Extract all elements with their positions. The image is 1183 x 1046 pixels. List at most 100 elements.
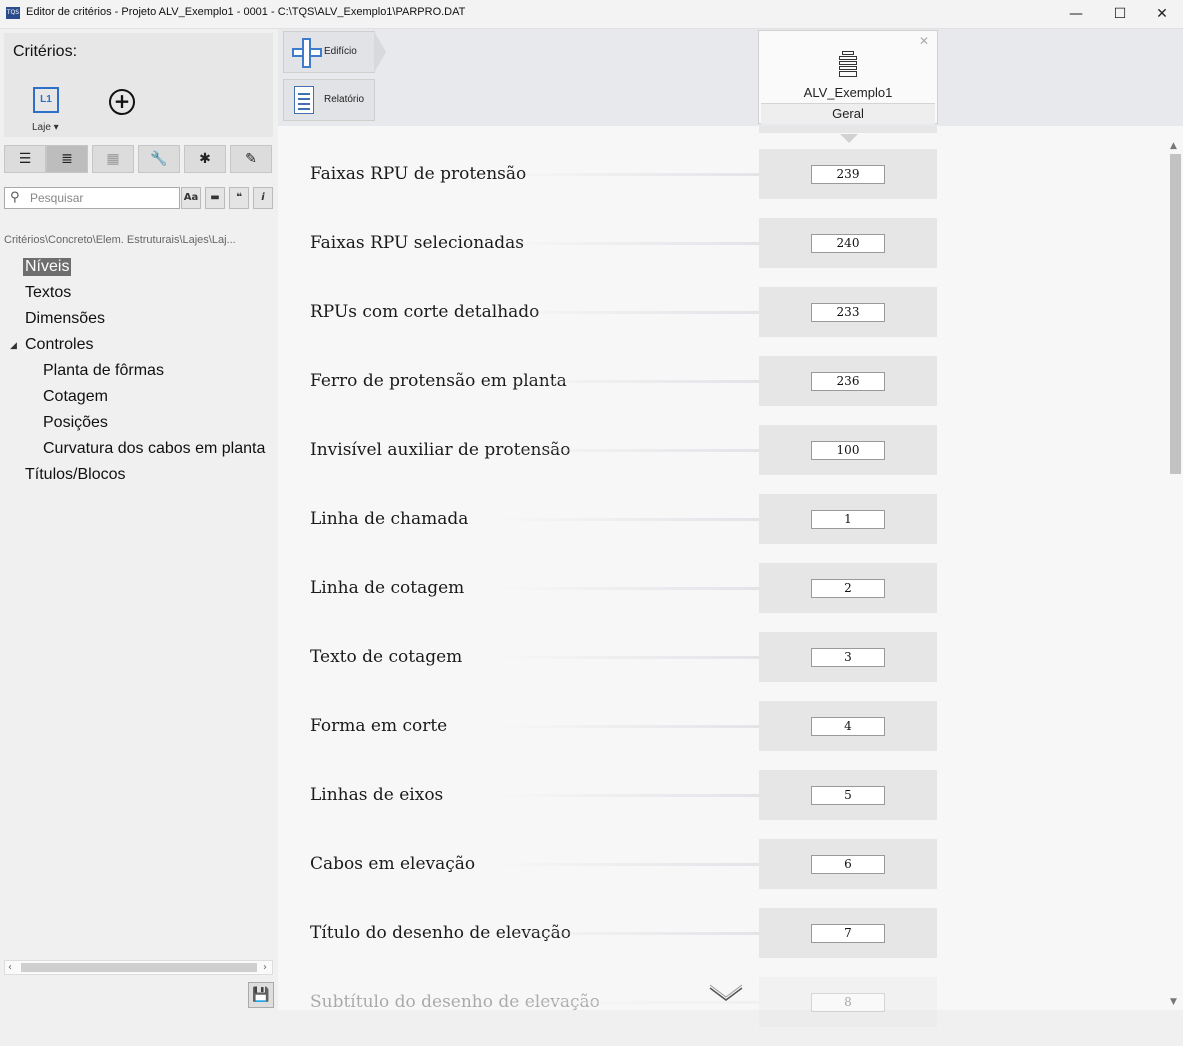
list-view-icon: ☰ bbox=[18, 151, 32, 167]
value-input[interactable]: 5 bbox=[811, 786, 885, 805]
quote-button[interactable]: ❝ bbox=[229, 187, 249, 209]
value-input[interactable]: 4 bbox=[811, 717, 885, 736]
criteria-row: Texto de cotagem 3 bbox=[278, 632, 1183, 701]
relatorio-button[interactable]: Relatório bbox=[283, 79, 375, 121]
minimize-button[interactable]: — bbox=[1054, 0, 1098, 28]
asterisk-icon: ✱ bbox=[199, 151, 211, 167]
edificio-button[interactable]: Edifício bbox=[283, 31, 375, 73]
pencil-icon: ✎ bbox=[245, 151, 257, 167]
criteria-row: Faixas RPU de protensão 239 bbox=[278, 149, 1183, 218]
maximize-button[interactable]: ☐ bbox=[1098, 0, 1142, 28]
value-input[interactable]: 6 bbox=[811, 855, 885, 874]
row-connector bbox=[498, 311, 760, 314]
building-card[interactable]: ✕ ALV_Exemplo1 Geral bbox=[758, 30, 938, 124]
list-view-button[interactable]: ☰ bbox=[4, 145, 46, 173]
tree-item-planta-de-formas[interactable]: Planta de fôrmas bbox=[41, 362, 166, 380]
criteria-row: Faixas RPU selecionadas 240 bbox=[278, 218, 1183, 287]
whole-word-button[interactable]: ▬ bbox=[205, 187, 225, 209]
search-input[interactable]: ⚲ Pesquisar bbox=[4, 187, 180, 209]
chevron-down-icon[interactable] bbox=[708, 984, 744, 1004]
value-input[interactable]: 3 bbox=[811, 648, 885, 667]
criteria-label: Faixas RPU de protensão bbox=[310, 164, 527, 184]
laje-icon[interactable]: L1 bbox=[33, 87, 59, 113]
window-title: Editor de critérios - Projeto ALV_Exempl… bbox=[26, 6, 466, 18]
grid-view-button[interactable]: ▦ bbox=[92, 145, 134, 173]
detail-view-icon: ≣ bbox=[61, 151, 73, 167]
scroll-down-icon[interactable]: ▼ bbox=[1170, 997, 1177, 1007]
close-card-icon[interactable]: ✕ bbox=[919, 34, 929, 48]
criteria-row: RPUs com corte detalhado 233 bbox=[278, 287, 1183, 356]
tree-item-textos[interactable]: Textos bbox=[23, 284, 73, 302]
scroll-left-icon[interactable]: ‹ bbox=[8, 961, 12, 974]
left-panel: Critérios: L1 Laje ▾ + ☰ ≣ ▦ 🔧 ✱ ✎ ⚲ Pes… bbox=[0, 29, 277, 1010]
value-input[interactable]: 236 bbox=[811, 372, 885, 391]
criteria-title: Critérios: bbox=[13, 43, 78, 60]
breadcrumb-arrow-icon bbox=[374, 31, 386, 73]
value-input[interactable]: 100 bbox=[811, 441, 885, 460]
criteria-label: Cabos em elevação bbox=[310, 854, 476, 874]
add-criteria-button[interactable]: + bbox=[109, 89, 135, 115]
value-input[interactable]: 240 bbox=[811, 234, 885, 253]
match-case-button[interactable]: Aa bbox=[181, 187, 201, 209]
report-icon bbox=[294, 86, 314, 114]
scroll-thumb[interactable] bbox=[21, 963, 257, 972]
criteria-label: Linha de chamada bbox=[310, 509, 469, 529]
asterisk-button[interactable]: ✱ bbox=[184, 145, 226, 173]
close-button[interactable]: ✕ bbox=[1140, 0, 1183, 28]
main-panel: Edifício Relatório ✕ ALV_Exemplo1 Geral … bbox=[278, 29, 1183, 1027]
row-connector bbox=[498, 863, 760, 866]
detail-view-button[interactable]: ≣ bbox=[46, 145, 88, 173]
tree-item-dimensoes[interactable]: Dimensões bbox=[23, 310, 107, 328]
value-input[interactable]: 239 bbox=[811, 165, 885, 184]
value-input[interactable]: 2 bbox=[811, 579, 885, 598]
tree-item-controles[interactable]: Controles bbox=[23, 336, 95, 354]
criteria-row: Título do desenho de elevação 7 bbox=[278, 908, 1183, 977]
tree-item-posicoes[interactable]: Posições bbox=[41, 414, 110, 432]
search-icon: ⚲ bbox=[10, 190, 20, 205]
vertical-scroll-thumb[interactable] bbox=[1170, 154, 1181, 474]
pencil-button[interactable]: ✎ bbox=[230, 145, 272, 173]
criteria-label: Linhas de eixos bbox=[310, 785, 444, 805]
wrench-button[interactable]: 🔧 bbox=[138, 145, 180, 173]
criteria-row: Linhas de eixos 5 bbox=[278, 770, 1183, 839]
tree-item-titulos-blocos[interactable]: Títulos/Blocos bbox=[23, 466, 127, 484]
edificio-label: Edifício bbox=[324, 46, 357, 57]
row-connector bbox=[498, 656, 760, 659]
grid-view-icon: ▦ bbox=[106, 151, 120, 167]
tab-geral[interactable]: Geral bbox=[761, 103, 935, 124]
vertical-scrollbar[interactable]: ▲ ▼ bbox=[1168, 141, 1183, 1010]
row-connector bbox=[498, 518, 760, 521]
criteria-row: Cabos em elevação 6 bbox=[278, 839, 1183, 908]
row-connector bbox=[498, 380, 760, 383]
scroll-up-icon[interactable]: ▲ bbox=[1170, 141, 1177, 151]
card-pointer bbox=[840, 134, 858, 143]
info-button[interactable]: i bbox=[253, 187, 273, 209]
laje-dropdown[interactable]: Laje ▾ bbox=[32, 122, 59, 133]
expand-arrow-icon[interactable]: ◢ bbox=[10, 341, 17, 351]
wrench-icon: 🔧 bbox=[150, 151, 168, 167]
criteria-label: Faixas RPU selecionadas bbox=[310, 233, 525, 253]
value-input[interactable]: 1 bbox=[811, 510, 885, 529]
criteria-label: Linha de cotagem bbox=[310, 578, 465, 598]
row-connector bbox=[498, 725, 760, 728]
horizontal-scrollbar[interactable]: ‹ › bbox=[4, 960, 273, 975]
save-button[interactable]: 💾 bbox=[248, 982, 274, 1008]
criteria-row: Ferro de protensão em planta 236 bbox=[278, 356, 1183, 425]
relatorio-label: Relatório bbox=[324, 94, 365, 105]
tree-item-curvatura[interactable]: Curvatura dos cabos em planta bbox=[41, 440, 267, 458]
row-connector bbox=[498, 587, 760, 590]
value-input[interactable]: 8 bbox=[811, 993, 885, 1012]
criteria-box: Critérios: L1 Laje ▾ + bbox=[4, 33, 273, 137]
scroll-right-icon[interactable]: › bbox=[263, 961, 267, 974]
building-plus-icon bbox=[292, 38, 322, 68]
criteria-label: Forma em corte bbox=[310, 716, 448, 736]
criteria-row: Linha de cotagem 2 bbox=[278, 563, 1183, 632]
value-input[interactable]: 7 bbox=[811, 924, 885, 943]
value-input[interactable]: 233 bbox=[811, 303, 885, 322]
tree-item-cotagem[interactable]: Cotagem bbox=[41, 388, 110, 406]
tree-item-niveis[interactable]: Níveis bbox=[23, 258, 72, 276]
search-placeholder: Pesquisar bbox=[30, 191, 84, 205]
app-icon: TQS bbox=[6, 7, 20, 19]
criteria-row: Forma em corte 4 bbox=[278, 701, 1183, 770]
row-connector bbox=[498, 242, 760, 245]
